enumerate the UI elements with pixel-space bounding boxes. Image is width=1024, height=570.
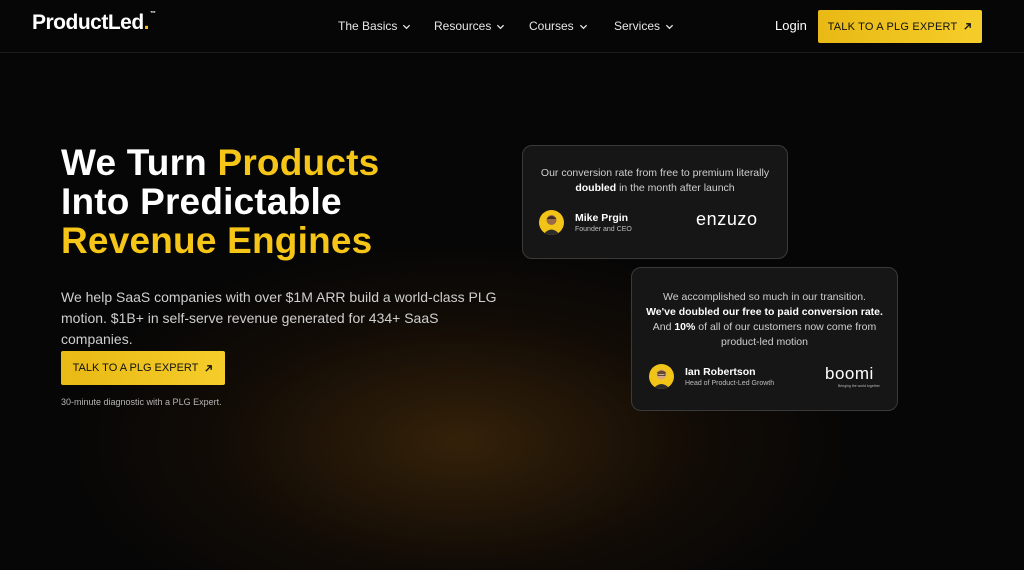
headline-line-2: Into Predictable [61, 181, 342, 222]
headline-line-3: Revenue Engines [61, 220, 373, 261]
nav-item-label: The Basics [338, 19, 398, 33]
talk-to-expert-button[interactable]: TALK TO A PLG EXPERT [818, 10, 982, 43]
avatar [539, 210, 564, 235]
quote-bold-text: doubled [575, 182, 617, 194]
chevron-down-icon [497, 24, 505, 29]
chevron-down-icon [403, 24, 411, 29]
cta-note: 30-minute diagnostic with a PLG Expert. [61, 397, 222, 407]
person-avatar-icon [653, 369, 670, 389]
nav-item-the-basics[interactable]: The Basics [338, 19, 411, 33]
testimonial-quote: We accomplished so much in our transitio… [632, 290, 897, 350]
hero-subtitle: We help SaaS companies with over $1M ARR… [61, 289, 497, 347]
headline-yellow-text: Products [217, 142, 380, 183]
quote-text: in the month after launch [616, 182, 735, 194]
nav-item-resources[interactable]: Resources [434, 19, 505, 33]
testimonial-card-enzuzo: Our conversion rate from free to premium… [522, 145, 788, 259]
productled-logo[interactable]: ProductLed.™ [32, 11, 156, 35]
top-navigation: ProductLed.™ The Basics Resources Course… [0, 0, 1024, 53]
testimonial-card-boomi: We accomplished so much in our transitio… [631, 267, 898, 411]
quote-text: We accomplished so much in our transitio… [663, 291, 866, 303]
nav-item-courses[interactable]: Courses [529, 19, 588, 33]
button-label: TALK TO A PLG EXPERT [827, 20, 958, 33]
nav-item-label: Courses [529, 19, 574, 33]
hero-talk-to-expert-button[interactable]: TALK TO A PLG EXPERT [61, 351, 225, 385]
testimonial-quote: Our conversion rate from free to premium… [523, 166, 787, 196]
person-name: Ian Robertson [685, 366, 756, 378]
button-label: TALK TO A PLG EXPERT [72, 362, 199, 374]
quote-text: And [652, 321, 675, 333]
boomi-tagline: Bringing the world together [838, 384, 880, 388]
quote-bold-text: We've doubled our free to paid conversio… [646, 306, 883, 318]
enzuzo-logo: enzuzo [696, 209, 758, 229]
quote-text: of all of our customers now come from pr… [695, 321, 877, 348]
login-link[interactable]: Login [775, 18, 807, 33]
quote-text: Our conversion rate from free to premium… [540, 167, 770, 179]
chevron-down-icon [579, 24, 587, 29]
boomi-logo: boomi [825, 364, 874, 383]
nav-item-services[interactable]: Services [614, 19, 674, 33]
logo-trademark: ™ [150, 11, 156, 17]
arrow-up-right-icon [205, 364, 213, 372]
avatar [649, 364, 674, 389]
person-role: Head of Product-Led Growth [685, 380, 775, 387]
person-avatar-icon [543, 215, 560, 235]
headline-line-1: We Turn Products [61, 143, 379, 182]
chevron-down-icon [665, 24, 674, 29]
nav-item-label: Resources [434, 19, 492, 33]
logo-text: ProductLed [32, 11, 144, 34]
logo-dot: . [143, 11, 150, 34]
arrow-up-right-icon [964, 23, 972, 30]
quote-bold-text: 10% [674, 321, 696, 333]
person-name: Mike Prgin [575, 212, 629, 224]
headline-white-text: We Turn [61, 142, 218, 183]
person-role: Founder and CEO [575, 226, 632, 233]
nav-item-label: Services [614, 19, 661, 33]
hero-headline: We Turn Products Into Predictable Revenu… [61, 143, 379, 260]
